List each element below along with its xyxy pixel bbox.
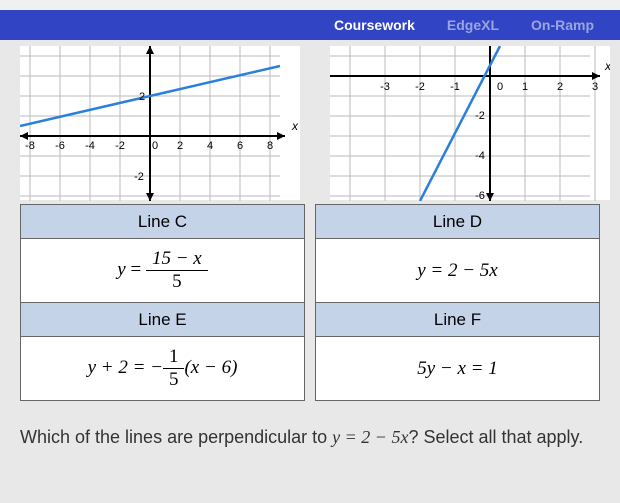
tab-onramp[interactable]: On-Ramp: [525, 13, 600, 37]
graph-left: x -8 -6 -4 -2 0 2 4 6 8 2 -2: [20, 46, 300, 200]
tab-coursework[interactable]: Coursework: [328, 13, 421, 37]
question-text: Which of the lines are perpendicular to …: [20, 425, 600, 450]
content-area: x -8 -6 -4 -2 0 2 4 6 8 2 -2: [0, 40, 620, 460]
equation-tables: Line C y = 15 − x5 Line E y + 2 = −15(x …: [20, 204, 600, 401]
svg-text:-6: -6: [475, 190, 485, 201]
line-d-equation: y = 2 − 5x: [316, 239, 600, 303]
svg-text:-8: -8: [25, 140, 35, 152]
line-d-header: Line D: [316, 205, 600, 239]
svg-text:2: 2: [177, 140, 183, 152]
tab-edgexl[interactable]: EdgeXL: [441, 13, 505, 37]
graph-right: x -3 -2 -1 0 1 2 3 -2 -4 -6: [330, 46, 610, 200]
svg-text:-2: -2: [475, 110, 485, 122]
line-f-header: Line F: [316, 303, 600, 337]
axis-label-x: x: [291, 119, 299, 133]
svg-text:-2: -2: [115, 140, 125, 152]
svg-text:6: 6: [237, 140, 243, 152]
svg-text:-2: -2: [134, 171, 144, 183]
axis-label-x: x: [604, 59, 610, 73]
header-nav: Coursework EdgeXL On-Ramp: [0, 0, 620, 40]
svg-text:4: 4: [207, 140, 213, 152]
svg-text:8: 8: [267, 140, 273, 152]
svg-text:-4: -4: [85, 140, 95, 152]
right-table: Line D y = 2 − 5x Line F 5y − x = 1: [315, 204, 600, 401]
svg-text:-3: -3: [380, 81, 390, 93]
svg-text:2: 2: [139, 91, 145, 103]
svg-text:-2: -2: [415, 81, 425, 93]
svg-text:0: 0: [497, 81, 503, 93]
svg-text:-1: -1: [450, 81, 460, 93]
svg-text:0: 0: [152, 140, 158, 152]
line-e-equation: y + 2 = −15(x − 6): [21, 337, 305, 401]
svg-text:2: 2: [557, 81, 563, 93]
left-table: Line C y = 15 − x5 Line E y + 2 = −15(x …: [20, 204, 305, 401]
line-f-equation: 5y − x = 1: [316, 337, 600, 401]
line-c-header: Line C: [21, 205, 305, 239]
svg-text:-6: -6: [55, 140, 65, 152]
svg-text:1: 1: [522, 81, 528, 93]
graph-row: x -8 -6 -4 -2 0 2 4 6 8 2 -2: [20, 40, 600, 200]
svg-text:-4: -4: [475, 150, 485, 162]
line-e-header: Line E: [21, 303, 305, 337]
line-c-equation: y = 15 − x5: [21, 239, 305, 303]
svg-text:3: 3: [592, 81, 598, 93]
